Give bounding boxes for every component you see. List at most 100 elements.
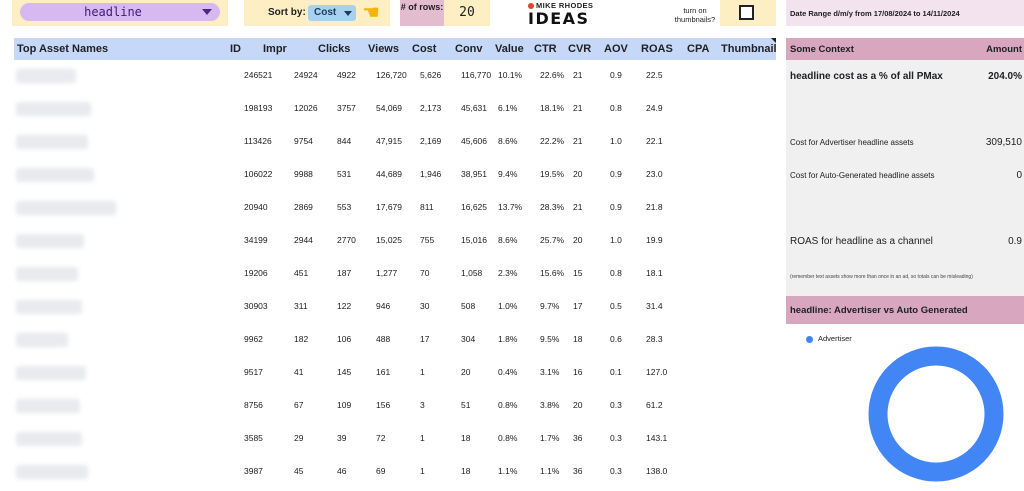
chart-title: headline: Advertiser vs Auto Generated xyxy=(790,305,968,316)
asset-name-redacted xyxy=(16,465,88,479)
pointing-hand-icon: ☚ xyxy=(362,2,380,24)
cost-pct-value: 204.0% xyxy=(988,71,1022,82)
col-header-cpa[interactable]: CPA xyxy=(687,43,709,55)
table-row[interactable]: 19206 451 187 1,277 70 1,058 2.3% 15.6% 15 0.8 18.… xyxy=(14,258,776,291)
context-header: Some Context Amount xyxy=(786,38,1024,60)
cell-value: 51 xyxy=(461,400,471,410)
cell-conv: 2,173 xyxy=(420,103,442,113)
cell-roas: 0.3 xyxy=(610,433,622,443)
thumbnails-checkbox[interactable] xyxy=(739,5,754,20)
asset-name-redacted xyxy=(16,366,86,380)
legend-dot-icon xyxy=(806,335,813,343)
cell-cost: 17,679 xyxy=(376,202,402,212)
date-range-box: Date Range d/m/y from 17/08/2024 to 14/1… xyxy=(786,0,1024,26)
cell-cost: 156 xyxy=(376,400,391,410)
col-header-value[interactable]: Value xyxy=(495,43,524,55)
col-header-views[interactable]: Views xyxy=(368,43,399,55)
col-header-cvr[interactable]: CVR xyxy=(568,43,591,55)
cell-cost: 15,025 xyxy=(376,235,402,245)
table-row[interactable]: 198193 12026 3757 54,069 2,173 45,631 6.1% 18.1… xyxy=(14,93,776,126)
asset-type-control: headline xyxy=(12,0,228,26)
table-row[interactable]: 9962 182 106 488 17 304 1.8% 9.5% 18 0.6 28.3 xyxy=(14,324,776,357)
asset-name-redacted xyxy=(16,399,80,413)
cell-clicks: 24924 xyxy=(294,70,318,80)
legend-label[interactable]: Advertiser xyxy=(818,334,852,343)
chart-legend: Advertiser xyxy=(806,334,852,343)
cell-cpa: 19.9 xyxy=(646,235,663,245)
cell-roas: 0.3 xyxy=(610,466,622,476)
cell-value: 20 xyxy=(461,367,471,377)
table-row[interactable]: 106022 9988 531 44,689 1,946 38,951 9.4% 19.5% 2… xyxy=(14,159,776,192)
cell-views: 46 xyxy=(337,466,347,476)
table-row[interactable]: 20940 2869 553 17,679 811 16,625 13.7% 28.3% 21 0… xyxy=(14,192,776,225)
cell-ctr: 0.4% xyxy=(498,367,518,377)
donut-slice-advertiser[interactable] xyxy=(868,346,1004,482)
col-header-cost[interactable]: Cost xyxy=(412,43,436,55)
chart-header: headline: Advertiser vs Auto Generated xyxy=(786,296,1024,324)
cell-views: 531 xyxy=(337,169,352,179)
table-row[interactable]: 113426 9754 844 47,915 2,169 45,606 8.6% 22.2% 2… xyxy=(14,126,776,159)
table-row[interactable]: 246521 24924 4922 126,720 5,626 116,770 10.1% 2… xyxy=(14,60,776,93)
cell-cvr: 1.7% xyxy=(540,433,560,443)
col-header-name[interactable]: Top Asset Names xyxy=(17,43,108,55)
cell-roas: 1.0 xyxy=(610,136,622,146)
col-header-impr[interactable]: Impr xyxy=(263,43,287,55)
cost-pct-label: headline cost as a % of all PMax xyxy=(790,71,943,82)
cell-value: 18 xyxy=(461,466,471,476)
col-header-roas[interactable]: ROAS xyxy=(641,43,673,55)
cell-cvr: 19.5% xyxy=(540,169,565,179)
cell-aov: 21 xyxy=(573,136,583,146)
cell-aov: 20 xyxy=(573,235,583,245)
cell-views: 39 xyxy=(337,433,347,443)
cell-impr: 9517 xyxy=(244,367,263,377)
logo-main-text: IDEAS xyxy=(528,9,590,28)
col-header-conv[interactable]: Conv xyxy=(455,43,483,55)
cell-cost: 488 xyxy=(376,334,391,344)
sort-control: Sort by: Cost ☚ xyxy=(244,0,390,26)
table-row[interactable]: 3585 29 39 72 1 18 0.8% 1.7% 36 0.3 143.1 xyxy=(14,423,776,456)
col-header-aov[interactable]: AOV xyxy=(604,43,628,55)
cell-aov: 21 xyxy=(573,103,583,113)
cell-value: 15,016 xyxy=(461,235,487,245)
cell-cpa: 18.1 xyxy=(646,268,663,278)
donut-svg xyxy=(868,346,1004,482)
cell-aov: 36 xyxy=(573,433,583,443)
table-row[interactable]: 9517 41 145 161 1 20 0.4% 3.1% 16 0.1 127.0 xyxy=(14,357,776,390)
table-row[interactable]: 30903 311 122 946 30 508 1.0% 9.7% 17 0.5 31.4 xyxy=(14,291,776,324)
cell-impr: 20940 xyxy=(244,202,268,212)
cell-aov: 20 xyxy=(573,400,583,410)
asset-name-redacted xyxy=(16,201,116,215)
col-header-ctr[interactable]: CTR xyxy=(534,43,557,55)
cell-value: 116,770 xyxy=(461,70,492,80)
cell-clicks: 41 xyxy=(294,367,304,377)
cell-impr: 8756 xyxy=(244,400,263,410)
cell-impr: 3585 xyxy=(244,433,263,443)
date-range: Date Range d/m/y from 17/08/2024 to 14/1… xyxy=(790,9,960,18)
table-row[interactable]: 3987 45 46 69 1 18 1.1% 1.1% 36 0.3 138.0 xyxy=(14,456,776,489)
col-header-clicks[interactable]: Clicks xyxy=(318,43,350,55)
cell-conv: 755 xyxy=(420,235,435,245)
table-row[interactable]: 8756 67 109 156 3 51 0.8% 3.8% 20 0.3 61.2 xyxy=(14,390,776,423)
cell-value: 38,951 xyxy=(461,169,487,179)
advertiser-cost-label: Cost for Advertiser headline assets xyxy=(790,138,914,147)
sort-dropdown[interactable]: Cost xyxy=(308,5,356,21)
chevron-down-icon xyxy=(344,11,352,16)
cell-impr: 9962 xyxy=(244,334,263,344)
cell-roas: 0.9 xyxy=(610,70,622,80)
context-header-amount: Amount xyxy=(986,44,1022,55)
cell-conv: 2,169 xyxy=(420,136,442,146)
cell-views: 187 xyxy=(337,268,352,278)
col-header-id[interactable]: ID xyxy=(230,43,241,55)
cell-aov: 16 xyxy=(573,367,583,377)
asset-name-redacted xyxy=(16,432,82,446)
asset-type-dropdown[interactable]: headline xyxy=(20,3,220,21)
rows-input[interactable]: 20 xyxy=(444,0,490,26)
cell-cost: 44,689 xyxy=(376,169,402,179)
col-header-thumbnail[interactable]: Thumbnail xyxy=(721,43,777,55)
cell-cpa: 22.5 xyxy=(646,70,663,80)
cell-impr: 34199 xyxy=(244,235,268,245)
cell-conv: 17 xyxy=(420,334,430,344)
table-row[interactable]: 34199 2944 2770 15,025 755 15,016 8.6% 25.7% 20 1… xyxy=(14,225,776,258)
cell-cvr: 3.1% xyxy=(540,367,560,377)
cell-views: 106 xyxy=(337,334,352,344)
